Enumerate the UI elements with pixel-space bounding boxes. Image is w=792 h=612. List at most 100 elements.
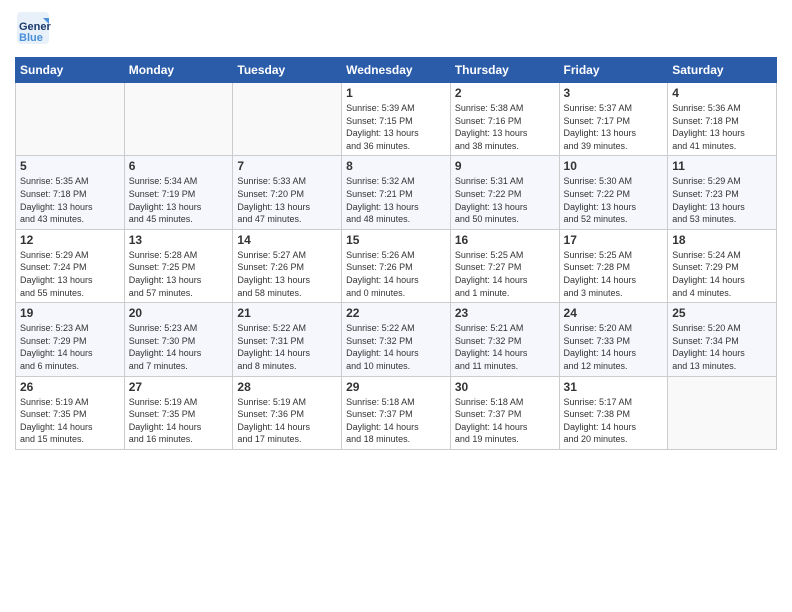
header: General Blue: [15, 10, 777, 51]
day-number: 20: [129, 306, 229, 320]
day-number: 14: [237, 233, 337, 247]
weekday-header: Friday: [559, 58, 668, 83]
weekday-header: Wednesday: [342, 58, 451, 83]
day-info: Sunrise: 5:29 AM Sunset: 7:24 PM Dayligh…: [20, 249, 120, 299]
calendar-cell: 15 Sunrise: 5:26 AM Sunset: 7:26 PM Dayli…: [342, 229, 451, 302]
day-info: Sunrise: 5:26 AM Sunset: 7:26 PM Dayligh…: [346, 249, 446, 299]
weekday-header: Monday: [124, 58, 233, 83]
calendar-cell: 6 Sunrise: 5:34 AM Sunset: 7:19 PM Daylig…: [124, 156, 233, 229]
calendar-cell: 1 Sunrise: 5:39 AM Sunset: 7:15 PM Daylig…: [342, 83, 451, 156]
day-info: Sunrise: 5:19 AM Sunset: 7:36 PM Dayligh…: [237, 396, 337, 446]
day-info: Sunrise: 5:22 AM Sunset: 7:31 PM Dayligh…: [237, 322, 337, 372]
calendar-cell: 3 Sunrise: 5:37 AM Sunset: 7:17 PM Daylig…: [559, 83, 668, 156]
calendar-cell: 23 Sunrise: 5:21 AM Sunset: 7:32 PM Dayli…: [450, 303, 559, 376]
calendar-cell: 4 Sunrise: 5:36 AM Sunset: 7:18 PM Daylig…: [668, 83, 777, 156]
day-info: Sunrise: 5:28 AM Sunset: 7:25 PM Dayligh…: [129, 249, 229, 299]
calendar-cell: [668, 376, 777, 449]
day-number: 8: [346, 159, 446, 173]
weekday-header: Saturday: [668, 58, 777, 83]
day-info: Sunrise: 5:20 AM Sunset: 7:34 PM Dayligh…: [672, 322, 772, 372]
calendar-cell: 16 Sunrise: 5:25 AM Sunset: 7:27 PM Dayli…: [450, 229, 559, 302]
day-info: Sunrise: 5:18 AM Sunset: 7:37 PM Dayligh…: [346, 396, 446, 446]
day-number: 5: [20, 159, 120, 173]
day-info: Sunrise: 5:32 AM Sunset: 7:21 PM Dayligh…: [346, 175, 446, 225]
calendar-cell: 20Sunrise: 5:23 AM Sunset: 7:30 PM Dayli…: [124, 303, 233, 376]
day-info: Sunrise: 5:38 AM Sunset: 7:16 PM Dayligh…: [455, 102, 555, 152]
calendar-cell: 26 Sunrise: 5:19 AM Sunset: 7:35 PM Dayli…: [16, 376, 125, 449]
day-info: Sunrise: 5:25 AM Sunset: 7:27 PM Dayligh…: [455, 249, 555, 299]
day-number: 11: [672, 159, 772, 173]
day-info: Sunrise: 5:27 AM Sunset: 7:26 PM Dayligh…: [237, 249, 337, 299]
day-number: 18: [672, 233, 772, 247]
calendar-cell: 9 Sunrise: 5:31 AM Sunset: 7:22 PM Daylig…: [450, 156, 559, 229]
calendar-cell: 29 Sunrise: 5:18 AM Sunset: 7:37 PM Dayli…: [342, 376, 451, 449]
calendar-cell: 31Sunrise: 5:17 AM Sunset: 7:38 PM Dayli…: [559, 376, 668, 449]
day-info: Sunrise: 5:31 AM Sunset: 7:22 PM Dayligh…: [455, 175, 555, 225]
day-number: 13: [129, 233, 229, 247]
calendar-cell: 25 Sunrise: 5:20 AM Sunset: 7:34 PM Dayli…: [668, 303, 777, 376]
day-number: 9: [455, 159, 555, 173]
weekday-header: Thursday: [450, 58, 559, 83]
day-info: Sunrise: 5:37 AM Sunset: 7:17 PM Dayligh…: [564, 102, 664, 152]
calendar-cell: [124, 83, 233, 156]
day-number: 28: [237, 380, 337, 394]
calendar-table: SundayMondayTuesdayWednesdayThursdayFrid…: [15, 57, 777, 450]
calendar-cell: 28 Sunrise: 5:19 AM Sunset: 7:36 PM Dayli…: [233, 376, 342, 449]
day-number: 17: [564, 233, 664, 247]
day-number: 22: [346, 306, 446, 320]
day-number: 2: [455, 86, 555, 100]
calendar-cell: 14 Sunrise: 5:27 AM Sunset: 7:26 PM Dayli…: [233, 229, 342, 302]
day-info: Sunrise: 5:34 AM Sunset: 7:19 PM Dayligh…: [129, 175, 229, 225]
calendar-cell: 8 Sunrise: 5:32 AM Sunset: 7:21 PM Daylig…: [342, 156, 451, 229]
calendar-week-row: 12Sunrise: 5:29 AM Sunset: 7:24 PM Dayli…: [16, 229, 777, 302]
calendar-week-row: 1 Sunrise: 5:39 AM Sunset: 7:15 PM Daylig…: [16, 83, 777, 156]
day-number: 29: [346, 380, 446, 394]
calendar-cell: 12Sunrise: 5:29 AM Sunset: 7:24 PM Dayli…: [16, 229, 125, 302]
day-info: Sunrise: 5:39 AM Sunset: 7:15 PM Dayligh…: [346, 102, 446, 152]
calendar-cell: 21 Sunrise: 5:22 AM Sunset: 7:31 PM Dayli…: [233, 303, 342, 376]
day-info: Sunrise: 5:24 AM Sunset: 7:29 PM Dayligh…: [672, 249, 772, 299]
day-number: 24: [564, 306, 664, 320]
calendar-week-row: 19Sunrise: 5:23 AM Sunset: 7:29 PM Dayli…: [16, 303, 777, 376]
day-number: 6: [129, 159, 229, 173]
day-number: 7: [237, 159, 337, 173]
day-info: Sunrise: 5:17 AM Sunset: 7:38 PM Dayligh…: [564, 396, 664, 446]
day-number: 3: [564, 86, 664, 100]
day-number: 30: [455, 380, 555, 394]
weekday-header-row: SundayMondayTuesdayWednesdayThursdayFrid…: [16, 58, 777, 83]
day-info: Sunrise: 5:22 AM Sunset: 7:32 PM Dayligh…: [346, 322, 446, 372]
calendar-cell: 13 Sunrise: 5:28 AM Sunset: 7:25 PM Dayli…: [124, 229, 233, 302]
day-number: 26: [20, 380, 120, 394]
calendar-cell: 30Sunrise: 5:18 AM Sunset: 7:37 PM Dayli…: [450, 376, 559, 449]
page-container: General Blue SundayMondayTuesdayWednesda…: [0, 0, 792, 460]
day-info: Sunrise: 5:29 AM Sunset: 7:23 PM Dayligh…: [672, 175, 772, 225]
calendar-cell: [233, 83, 342, 156]
day-number: 27: [129, 380, 229, 394]
day-info: Sunrise: 5:19 AM Sunset: 7:35 PM Dayligh…: [20, 396, 120, 446]
day-info: Sunrise: 5:30 AM Sunset: 7:22 PM Dayligh…: [564, 175, 664, 225]
calendar-cell: 2 Sunrise: 5:38 AM Sunset: 7:16 PM Daylig…: [450, 83, 559, 156]
day-number: 10: [564, 159, 664, 173]
calendar-cell: 24 Sunrise: 5:20 AM Sunset: 7:33 PM Dayli…: [559, 303, 668, 376]
day-number: 23: [455, 306, 555, 320]
calendar-week-row: 26 Sunrise: 5:19 AM Sunset: 7:35 PM Dayli…: [16, 376, 777, 449]
day-number: 4: [672, 86, 772, 100]
day-info: Sunrise: 5:19 AM Sunset: 7:35 PM Dayligh…: [129, 396, 229, 446]
svg-text:Blue: Blue: [19, 32, 43, 44]
weekday-header: Tuesday: [233, 58, 342, 83]
calendar-cell: 27 Sunrise: 5:19 AM Sunset: 7:35 PM Dayli…: [124, 376, 233, 449]
day-info: Sunrise: 5:20 AM Sunset: 7:33 PM Dayligh…: [564, 322, 664, 372]
day-info: Sunrise: 5:36 AM Sunset: 7:18 PM Dayligh…: [672, 102, 772, 152]
day-info: Sunrise: 5:33 AM Sunset: 7:20 PM Dayligh…: [237, 175, 337, 225]
calendar-cell: 5 Sunrise: 5:35 AM Sunset: 7:18 PM Daylig…: [16, 156, 125, 229]
day-number: 19: [20, 306, 120, 320]
day-number: 16: [455, 233, 555, 247]
day-info: Sunrise: 5:35 AM Sunset: 7:18 PM Dayligh…: [20, 175, 120, 225]
day-number: 15: [346, 233, 446, 247]
calendar-cell: 19Sunrise: 5:23 AM Sunset: 7:29 PM Dayli…: [16, 303, 125, 376]
logo-icon: General Blue: [15, 10, 51, 46]
day-number: 1: [346, 86, 446, 100]
day-number: 21: [237, 306, 337, 320]
day-number: 25: [672, 306, 772, 320]
day-info: Sunrise: 5:21 AM Sunset: 7:32 PM Dayligh…: [455, 322, 555, 372]
